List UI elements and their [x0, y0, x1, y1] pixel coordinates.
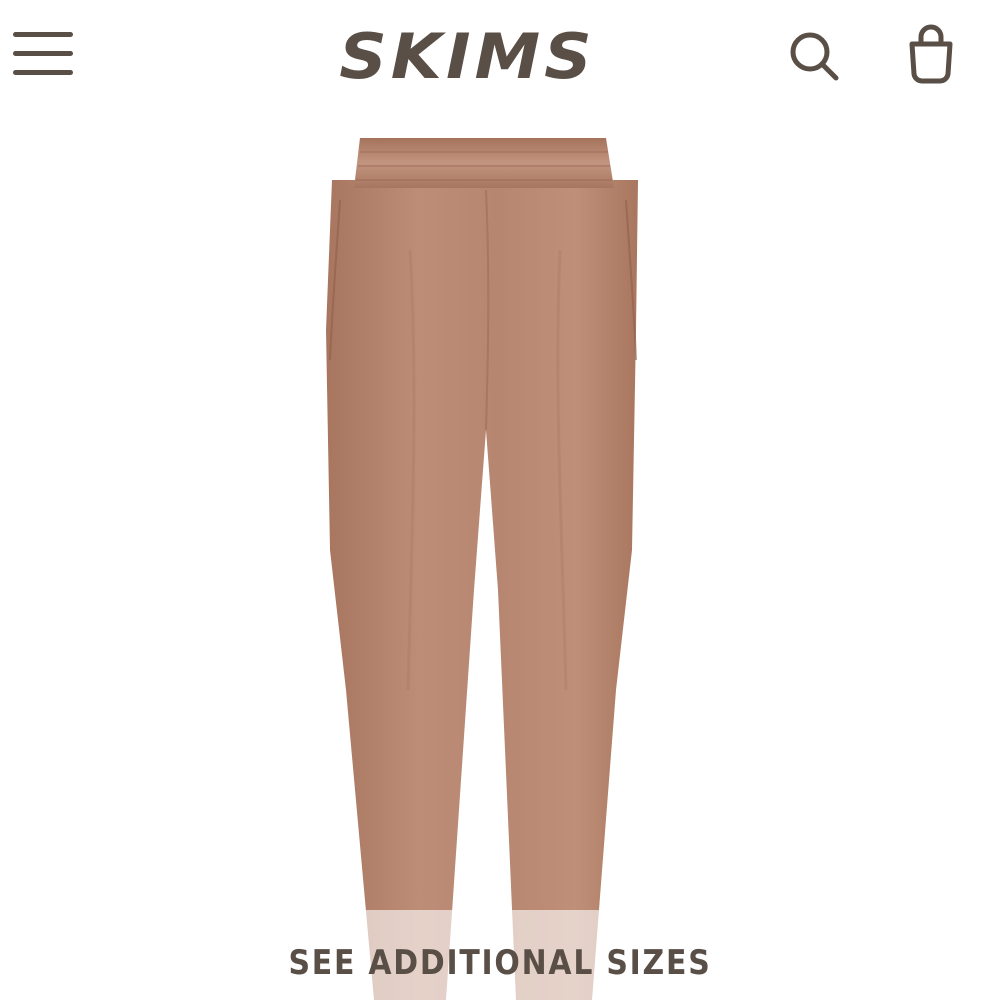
shopping-bag-icon	[909, 24, 953, 84]
brand-logo-text: SKIMS	[339, 19, 596, 94]
hamburger-menu-icon	[13, 51, 73, 56]
hamburger-menu-icon	[13, 32, 73, 37]
see-additional-sizes-link[interactable]: SEE ADDITIONAL SIZES	[271, 935, 729, 991]
velour-pants-image	[326, 138, 638, 1000]
menu-button[interactable]	[13, 30, 75, 78]
shopping-bag-button[interactable]	[904, 24, 958, 86]
search-button[interactable]	[786, 28, 842, 84]
hamburger-menu-icon	[13, 70, 73, 75]
search-icon	[790, 32, 839, 81]
brand-logo[interactable]: SKIMS	[330, 22, 605, 92]
site-header: SKIMS	[0, 0, 1000, 120]
product-image[interactable]	[300, 130, 680, 1000]
product-page: SKIMS SEE ADDITIONAL SIZES	[0, 0, 1000, 1000]
